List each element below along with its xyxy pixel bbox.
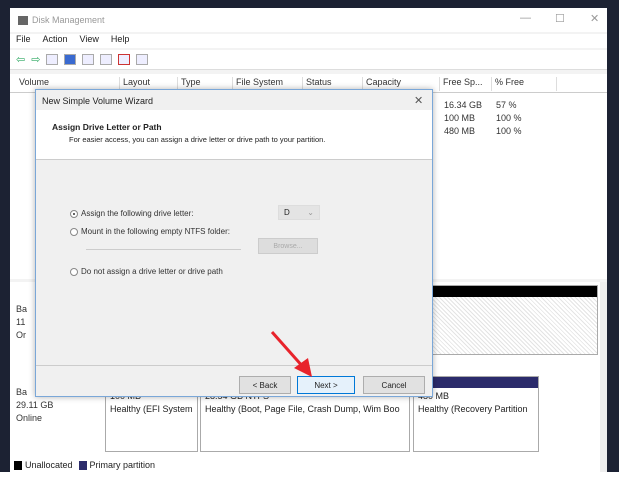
unallocated-partition[interactable] — [428, 285, 598, 355]
connect-icon[interactable] — [100, 54, 113, 65]
folder-path-input[interactable] — [86, 246, 241, 250]
menu-action[interactable]: Action — [43, 34, 68, 48]
forward-arrow-icon[interactable]: ⇨ — [31, 53, 40, 66]
menu-view[interactable]: View — [80, 34, 99, 48]
maximize-button[interactable]: ☐ — [555, 12, 565, 25]
row-free: 480 MB — [444, 126, 476, 136]
option-no-letter[interactable]: Do not assign a drive letter or drive pa… — [70, 267, 223, 276]
close-button[interactable]: ✕ — [590, 12, 599, 25]
row-free: 16.34 GB — [444, 100, 483, 110]
menu-file[interactable]: File — [16, 34, 31, 48]
option-label: Assign the following drive letter: — [81, 209, 194, 218]
browse-button[interactable]: Browse... — [258, 238, 318, 254]
help-icon[interactable] — [64, 54, 77, 65]
view-icon[interactable] — [82, 54, 95, 65]
option-assign-letter[interactable]: Assign the following drive letter: — [70, 209, 194, 218]
properties-icon[interactable] — [46, 54, 59, 65]
option-mount-folder[interactable]: Mount in the following empty NTFS folder… — [70, 227, 230, 236]
radio[interactable] — [70, 267, 78, 276]
row-pct: 57 % — [496, 100, 517, 110]
console-icon[interactable] — [136, 54, 149, 65]
partition-status: Healthy (EFI System — [110, 404, 193, 414]
back-arrow-icon[interactable]: ⇦ — [16, 53, 25, 66]
legend-primary: Primary partition — [89, 460, 156, 470]
disk1-status: Online — [16, 413, 43, 423]
col-percent-free[interactable]: % Free — [492, 77, 557, 91]
new-simple-volume-wizard: New Simple Volume Wizard ✕ Assign Drive … — [35, 89, 433, 397]
unallocated-swatch — [14, 460, 22, 470]
legend-unallocated: Unallocated — [25, 460, 73, 470]
chevron-down-icon: ⌄ — [307, 208, 314, 217]
partition-status: Healthy (Recovery Partition — [418, 404, 528, 414]
partition-status: Healthy (Boot, Page File, Crash Dump, Wi… — [205, 404, 400, 414]
row-pct: 100 % — [496, 126, 522, 136]
app-icon — [18, 15, 28, 25]
disk0-size: 11 — [16, 317, 26, 327]
col-free-space[interactable]: Free Sp... — [440, 77, 492, 91]
legend: Unallocated Primary partition — [14, 460, 155, 470]
check-icon[interactable] — [118, 54, 131, 65]
radio[interactable] — [70, 227, 78, 236]
primary-swatch — [78, 460, 87, 470]
minimize-button[interactable]: — — [520, 12, 531, 24]
disk1-label: Ba — [16, 387, 28, 397]
title-bar: Disk Management — ☐ ✕ — [10, 8, 607, 32]
option-label: Do not assign a drive letter or drive pa… — [81, 267, 223, 276]
disk0-label: Ba — [16, 304, 28, 314]
wizard-header: Assign Drive Letter or Path For easier a… — [36, 110, 432, 160]
disk0-status: Or — [16, 330, 26, 340]
wizard-heading: Assign Drive Letter or Path — [52, 122, 162, 132]
wizard-close-button[interactable]: ✕ — [414, 94, 423, 107]
toolbar: ⇦ ⇨ — [10, 50, 607, 70]
menu-help[interactable]: Help — [111, 34, 130, 48]
footer-divider — [36, 365, 432, 366]
disk1-size: 29.11 GB — [16, 400, 54, 410]
option-label: Mount in the following empty NTFS folder… — [81, 227, 230, 236]
menu-bar: File Action View Help — [10, 34, 607, 48]
drive-letter-select[interactable]: D ⌄ — [278, 205, 320, 220]
window-title: Disk Management — [32, 15, 105, 25]
wizard-subheading: For easier access, you can assign a driv… — [69, 135, 326, 144]
row-free: 100 MB — [444, 113, 476, 123]
partition-size: 480 MB — [418, 391, 450, 401]
scrollbar[interactable] — [600, 282, 607, 472]
drive-letter-value: D — [284, 208, 290, 217]
row-pct: 100 % — [496, 113, 522, 123]
radio-selected[interactable] — [70, 209, 78, 218]
cancel-button[interactable]: Cancel — [363, 376, 425, 394]
red-arrow-annotation — [270, 331, 312, 377]
wizard-title: New Simple Volume Wizard — [42, 96, 154, 106]
